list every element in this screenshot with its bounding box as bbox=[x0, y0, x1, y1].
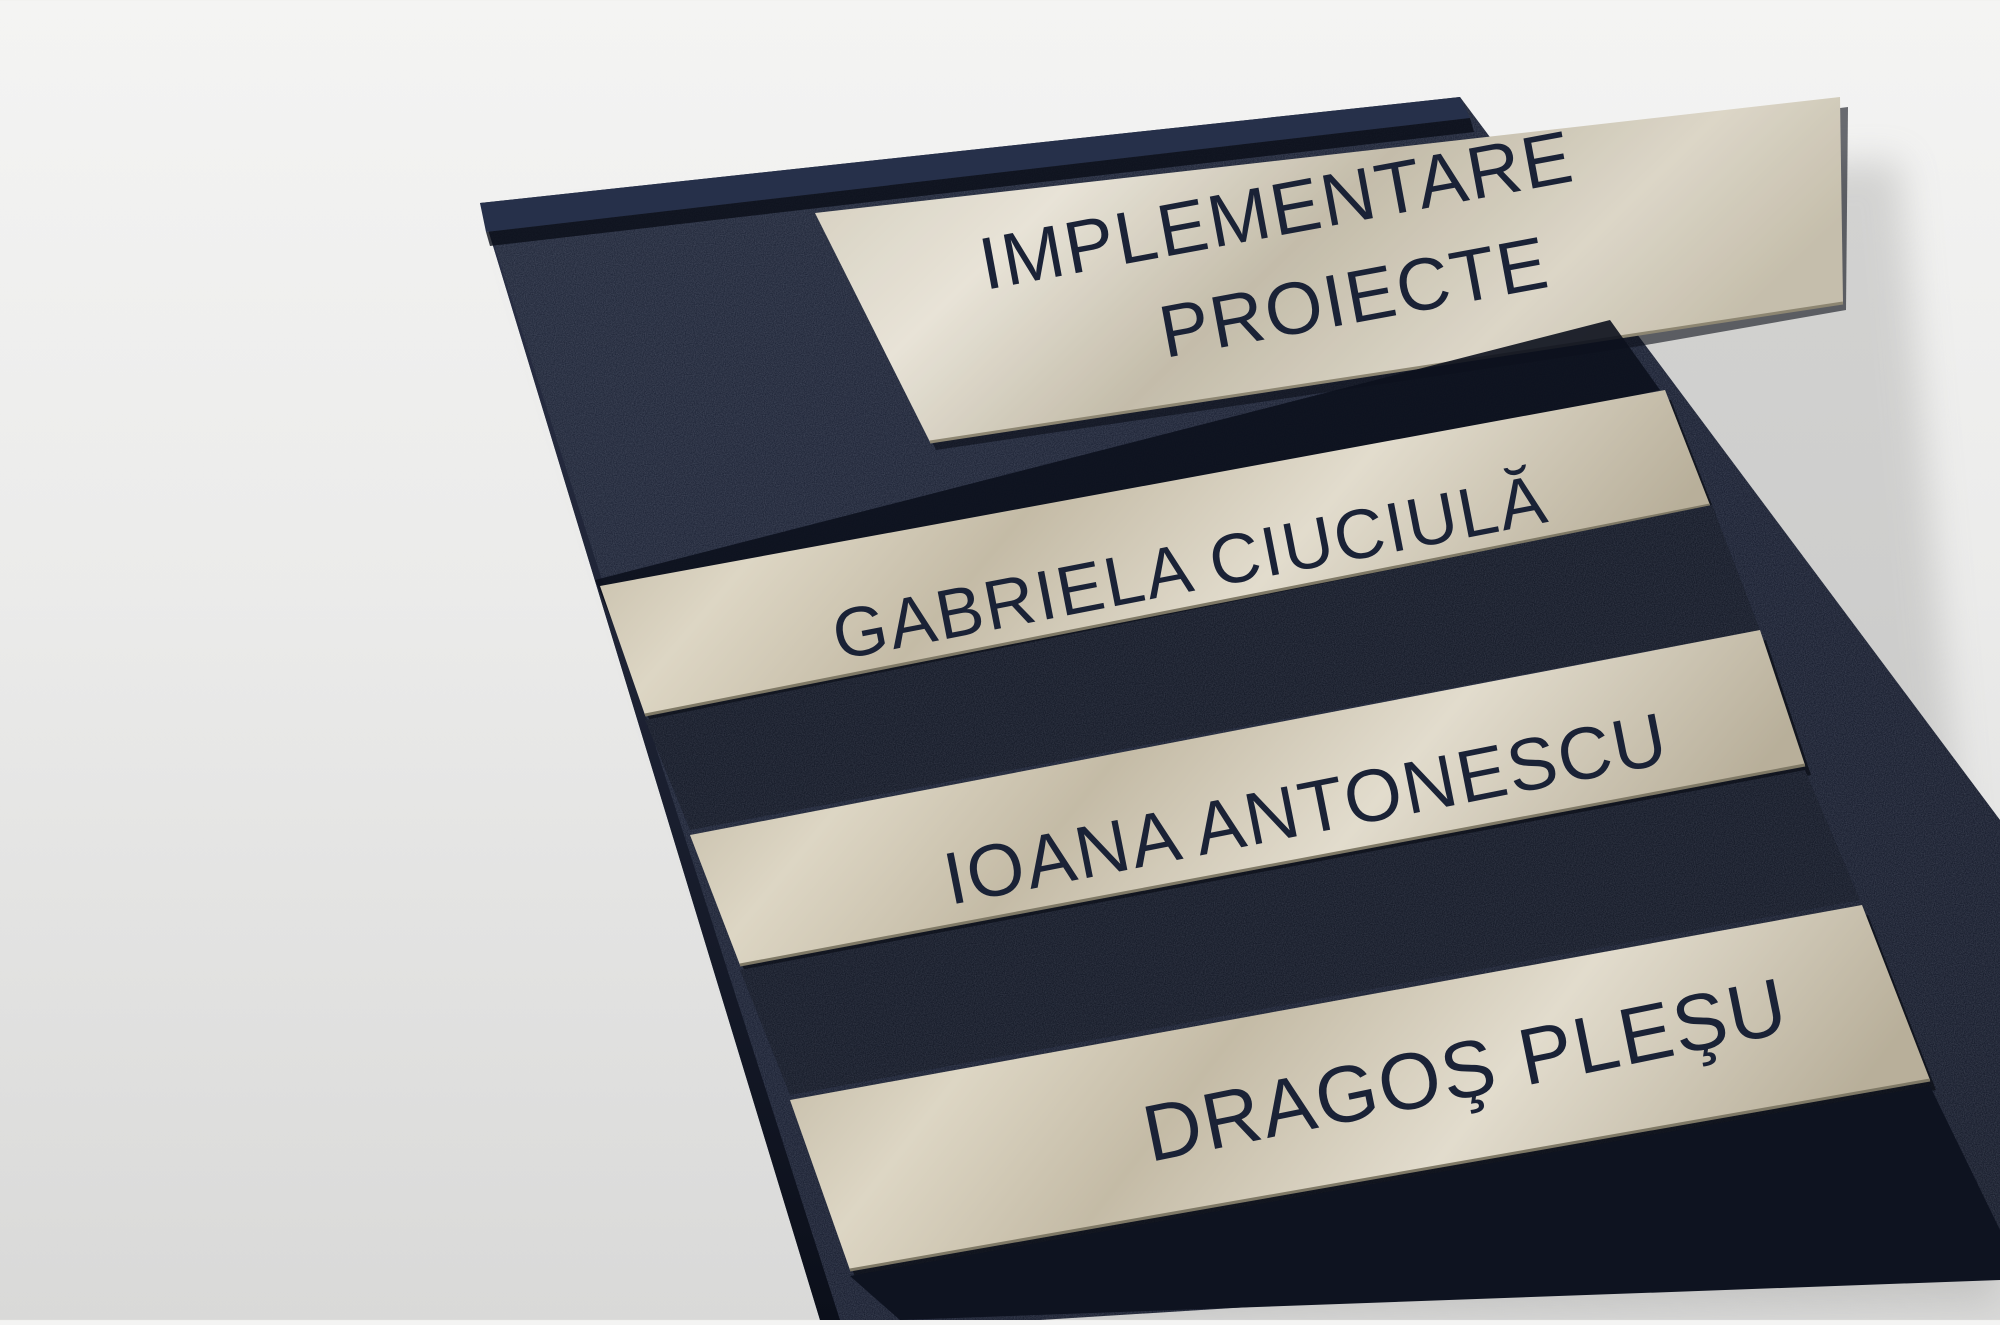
photo-scene: IMPLEMENTARE PROIECTE GABRIELA CIUCIULĂ … bbox=[0, 0, 2000, 1320]
sign-photo: IMPLEMENTARE PROIECTE GABRIELA CIUCIULĂ … bbox=[480, 97, 2000, 1320]
